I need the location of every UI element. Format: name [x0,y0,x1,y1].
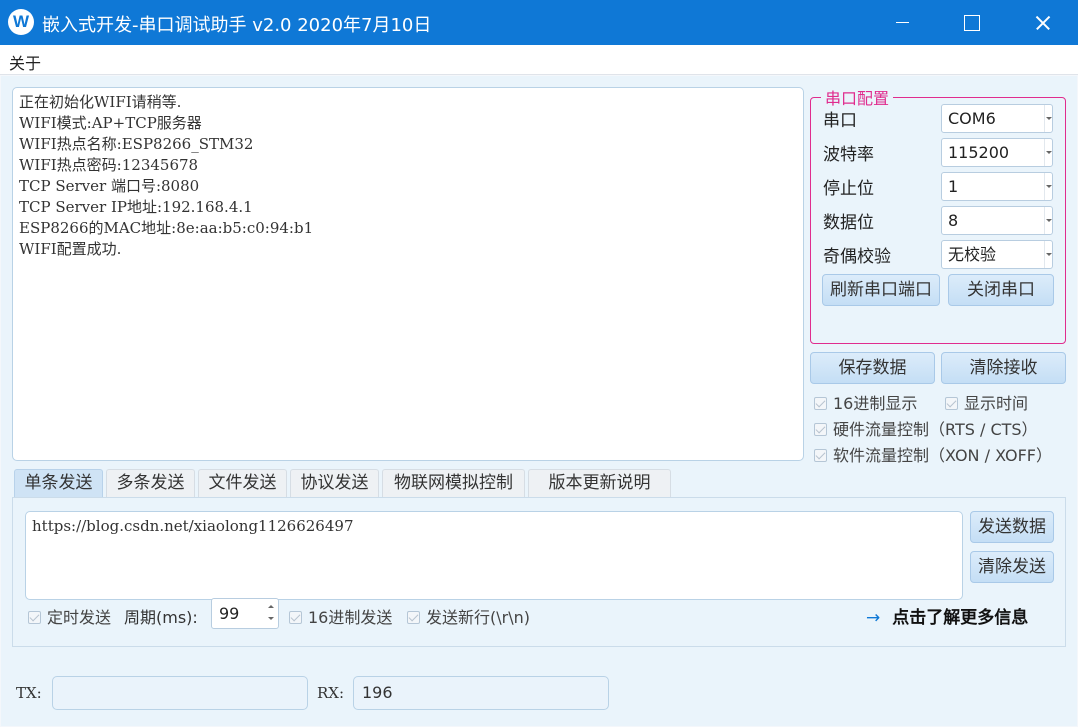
stepper-down-icon[interactable] [266,613,276,626]
data-bits-select[interactable]: 8 [941,206,1053,235]
hw-flow-checkbox[interactable]: 硬件流量控制（RTS / CTS） [814,416,1038,440]
tab-iot-sim[interactable]: 物联网模拟控制 [382,469,525,497]
more-info-link[interactable]: → 点击了解更多信息 [866,603,1028,628]
data-bits-value: 8 [948,211,959,230]
port-select[interactable]: COM6 [941,104,1053,133]
rx-label: RX: [317,684,345,702]
checkbox-icon [945,397,958,410]
checkbox-icon [407,611,420,624]
chevron-down-icon[interactable] [1044,173,1052,200]
period-value: 99 [219,604,240,623]
arrow-right-icon: → [866,608,881,628]
timed-send-checkbox[interactable]: 定时发送 [28,604,111,628]
period-label: 周期(ms): [124,608,198,627]
stop-bits-select[interactable]: 1 [941,172,1053,201]
checkbox-icon [28,611,41,624]
chevron-down-icon[interactable] [1044,241,1052,268]
clear-send-button[interactable]: 清除发送 [970,551,1054,583]
window-title: 嵌入式开发-串口调试助手 v2.0 2020年7月10日 [42,15,432,36]
close-icon[interactable] [1006,0,1078,45]
refresh-ports-button[interactable]: 刷新串口端口 [822,274,940,306]
minimize-icon[interactable] [866,0,938,45]
parity-select[interactable]: 无校验 [941,240,1053,269]
checkbox-icon [814,397,827,410]
chevron-down-icon[interactable] [1044,139,1052,166]
menu-about[interactable]: 关于 [9,50,41,74]
parity-label: 奇偶校验 [823,247,891,267]
stop-bits-value: 1 [948,177,959,196]
port-label: 串口 [823,111,857,131]
tab-multi-send[interactable]: 多条发送 [106,469,195,497]
tab-file-send[interactable]: 文件发送 [198,469,287,497]
checkbox-icon [289,611,302,624]
baud-select[interactable]: 115200 [941,138,1053,167]
baud-value: 115200 [948,143,1010,162]
period-stepper[interactable]: 99 [211,598,279,629]
chevron-down-icon[interactable] [1044,207,1052,234]
parity-value: 无校验 [948,245,997,264]
sw-flow-checkbox[interactable]: 软件流量控制（XON / XOFF） [814,442,1052,466]
send-newline-checkbox[interactable]: 发送新行(\r\n) [407,604,530,628]
port-value: COM6 [948,109,996,128]
maximize-icon[interactable] [934,0,1006,45]
tab-single-send[interactable]: 单条发送 [14,469,103,497]
tab-protocol-send[interactable]: 协议发送 [290,469,379,497]
tx-counter [52,676,308,710]
send-textarea[interactable]: https://blog.csdn.net/xiaolong1126626497 [25,511,963,600]
close-port-button[interactable]: 关闭串口 [948,274,1054,306]
data-bits-label: 数据位 [823,213,874,233]
show-time-checkbox[interactable]: 显示时间 [945,390,1028,414]
checkbox-icon [814,423,827,436]
receive-textarea[interactable]: 正在初始化WIFI请稍等. WIFI模式:AP+TCP服务器 WIFI热点名称:… [12,87,804,461]
menu-bar: 关于 [0,45,1078,75]
clear-receive-button[interactable]: 清除接收 [941,352,1066,384]
stop-bits-label: 停止位 [823,179,874,199]
tab-changelog[interactable]: 版本更新说明 [528,469,671,497]
title-bar: W 嵌入式开发-串口调试助手 v2.0 2020年7月10日 [0,0,1078,45]
rx-counter: 196 [353,676,609,710]
save-data-button[interactable]: 保存数据 [810,352,935,384]
app-logo-icon: W [8,9,34,35]
tx-label: TX: [16,684,42,702]
baud-label: 波特率 [823,145,874,165]
hex-send-checkbox[interactable]: 16进制发送 [289,604,392,628]
hex-display-checkbox[interactable]: 16进制显示 [814,390,917,414]
send-data-button[interactable]: 发送数据 [970,511,1054,543]
chevron-down-icon[interactable] [1044,105,1052,132]
checkbox-icon [814,449,827,462]
